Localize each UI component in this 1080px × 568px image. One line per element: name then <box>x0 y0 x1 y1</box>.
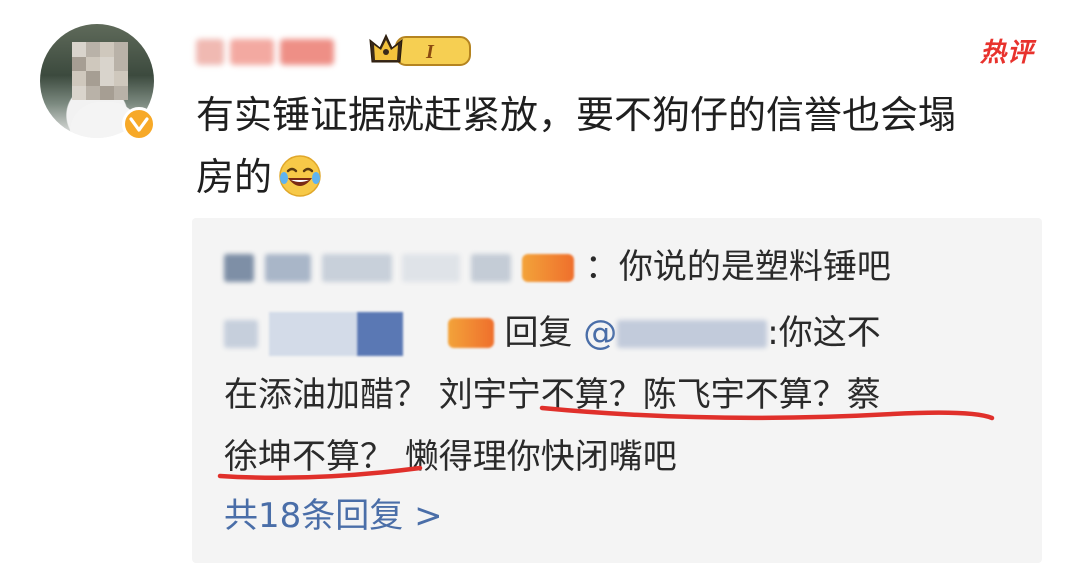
reply-2-mention-blur <box>617 320 768 348</box>
comment-line-2-text: 房的 <box>196 155 273 199</box>
reply-1-separator: ： <box>584 247 619 287</box>
more-replies-link[interactable]: 共18条回复 > <box>224 490 443 542</box>
username-blur-1 <box>196 39 224 65</box>
reply-item-1[interactable]: ：你说的是塑料锤吧 <box>224 236 891 298</box>
reply-2-name-blur-b <box>268 312 357 356</box>
reply-1-name-blur-a <box>224 254 254 282</box>
reply-item-2-header[interactable]: 回复 @ :你这不 <box>224 302 881 364</box>
crown-level-badge: I <box>369 33 471 66</box>
reply-1-name-blur-e <box>471 254 512 282</box>
reply-2-level-badge <box>447 318 494 348</box>
reply-2-line1-tail: :你这不 <box>767 313 881 353</box>
mention-prefix: @ <box>583 313 618 353</box>
reply-item-2-line-3: 徐坤不算？ 懒得理你快闭嘴吧 <box>224 437 677 477</box>
reply-1-name-blur-c <box>321 254 392 282</box>
comment-line-2: 房的 <box>196 146 1056 208</box>
reply-2-mention[interactable]: @ <box>583 313 768 353</box>
weibo-comment-screenshot: I 热评 有实锤证据就赶紧放，要不狗仔的信誉也会塌 房的 ：你说的是塑料锤吧 回… <box>0 0 1080 568</box>
reply-1-name-blur-d <box>402 254 461 282</box>
laughing-tears-emoji-icon <box>279 155 321 197</box>
reply-1-name-blur-b <box>264 254 311 282</box>
verified-icon <box>122 107 156 141</box>
reply-2-name-blur-a <box>224 320 258 348</box>
username-blur-3 <box>280 39 334 65</box>
reply-item-2-line-2: 在添油加醋？ 刘宇宁不算？陈飞宇不算？蔡 <box>224 375 881 415</box>
reply-1-text: 你说的是塑料锤吧 <box>618 247 891 287</box>
avatar-mosaic <box>72 42 128 100</box>
reply-box[interactable]: ：你说的是塑料锤吧 回复 @:你这不 在添油加醋？ 刘宇宁不算？陈飞宇不算？蔡 … <box>192 218 1042 563</box>
comment-body: 有实锤证据就赶紧放，要不狗仔的信誉也会塌 房的 <box>196 84 1056 208</box>
reply-2-reply-word: 回复 <box>504 313 573 353</box>
username-obscured[interactable] <box>196 32 356 72</box>
reply-2-name-blur-c <box>356 312 403 356</box>
comment-line-1: 有实锤证据就赶紧放，要不狗仔的信誉也会塌 <box>196 93 957 137</box>
level-badge-text: I <box>425 41 435 63</box>
hot-comment-label: 热评 <box>979 37 1034 67</box>
reply-1-level-badge <box>522 254 575 282</box>
username-blur-2 <box>230 39 274 65</box>
